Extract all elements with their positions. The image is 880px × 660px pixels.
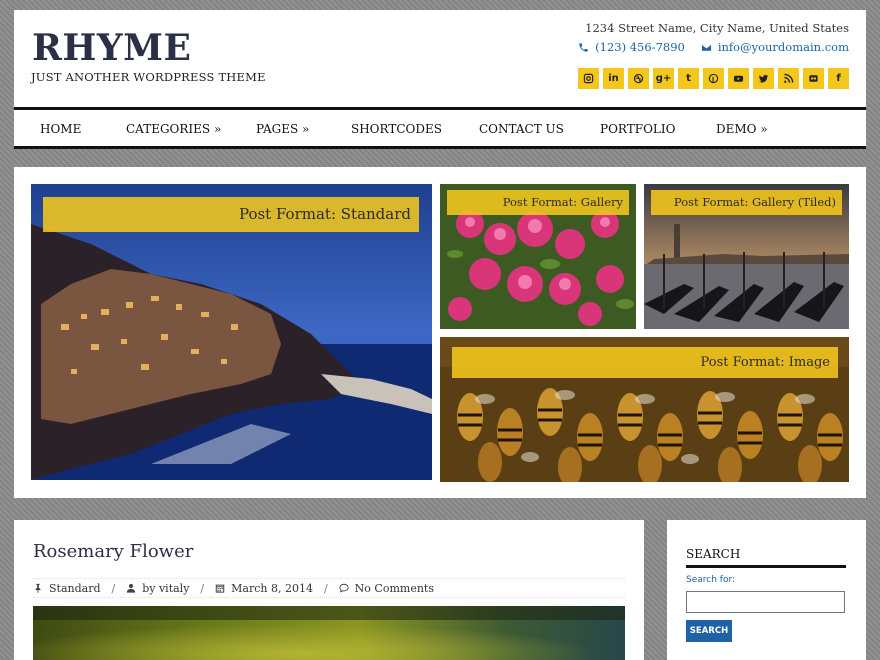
google-plus-icon[interactable]: g+ bbox=[653, 68, 674, 89]
site-logo[interactable]: RHYME bbox=[32, 28, 191, 68]
youtube-icon[interactable] bbox=[728, 68, 749, 89]
post-date-label: March 8, 2014 bbox=[231, 581, 313, 595]
meta-separator: / bbox=[200, 581, 205, 595]
calendar-icon bbox=[215, 584, 225, 593]
meta-separator: / bbox=[111, 581, 116, 595]
search-input[interactable] bbox=[686, 591, 845, 613]
instagram-icon[interactable] bbox=[578, 68, 599, 89]
nav-item-contact-us[interactable]: CONTACT US bbox=[479, 122, 564, 136]
main-navigation: HOME CATEGORIES » PAGES » SHORTCODES CON… bbox=[14, 107, 866, 149]
phone-icon bbox=[579, 42, 588, 52]
twitter-icon[interactable] bbox=[753, 68, 774, 89]
flickr-icon[interactable] bbox=[803, 68, 824, 89]
social-icons: in g+ t f bbox=[578, 68, 849, 89]
post-comments-label: No Comments bbox=[354, 581, 434, 595]
nav-item-categories[interactable]: CATEGORIES » bbox=[126, 122, 221, 136]
post-meta: Standard / by vitaly / March 8, 2014 / N… bbox=[33, 578, 625, 598]
tumblr-icon[interactable]: t bbox=[678, 68, 699, 89]
comment-icon bbox=[339, 583, 349, 593]
featured-tile-standard[interactable]: Post Format: Standard bbox=[31, 184, 432, 480]
phone-number: (123) 456-7890 bbox=[595, 40, 685, 54]
contact-email[interactable]: info@yourdomain.com bbox=[701, 40, 849, 54]
contact-info: (123) 456-7890 info@yourdomain.com bbox=[578, 40, 849, 54]
sidebar-search-widget: SEARCH Search for: SEARCH bbox=[667, 520, 866, 660]
nav-item-portfolio[interactable]: PORTFOLIO bbox=[600, 122, 675, 136]
widget-title-divider bbox=[686, 565, 846, 568]
nav-item-shortcodes[interactable]: SHORTCODES bbox=[351, 122, 442, 136]
post-format-label: Standard bbox=[49, 581, 101, 595]
contact-address: 1234 Street Name, City Name, United Stat… bbox=[585, 21, 849, 35]
search-widget-title: SEARCH bbox=[686, 547, 741, 561]
tile-caption: Post Format: Standard bbox=[43, 197, 419, 232]
user-icon bbox=[127, 583, 136, 593]
tile-caption: Post Format: Gallery (Tiled) bbox=[651, 190, 842, 215]
nav-item-pages[interactable]: PAGES » bbox=[256, 122, 309, 136]
site-header: RHYME JUST ANOTHER WORDPRESS THEME 1234 … bbox=[14, 10, 866, 107]
facebook-icon[interactable]: f bbox=[828, 68, 849, 89]
search-button[interactable]: SEARCH bbox=[686, 620, 732, 642]
post-format[interactable]: Standard bbox=[33, 582, 101, 595]
post-author[interactable]: by vitaly bbox=[126, 582, 189, 595]
rss-icon[interactable] bbox=[778, 68, 799, 89]
pinterest-icon[interactable] bbox=[703, 68, 724, 89]
post-date[interactable]: March 8, 2014 bbox=[215, 582, 313, 595]
pin-icon bbox=[35, 583, 41, 593]
email-address: info@yourdomain.com bbox=[717, 40, 849, 54]
contact-phone[interactable]: (123) 456-7890 bbox=[578, 40, 685, 54]
nav-item-home[interactable]: HOME bbox=[40, 122, 81, 136]
post-author-label: by vitaly bbox=[142, 581, 190, 595]
rosemary-image bbox=[33, 606, 625, 660]
post-featured-image[interactable] bbox=[33, 606, 625, 660]
linkedin-icon[interactable]: in bbox=[603, 68, 624, 89]
post-card: Rosemary Flower Standard / by vitaly / M… bbox=[14, 520, 644, 660]
nav-item-demo[interactable]: DEMO » bbox=[716, 122, 768, 136]
site-tagline: JUST ANOTHER WORDPRESS THEME bbox=[31, 70, 266, 84]
post-comments[interactable]: No Comments bbox=[339, 582, 434, 595]
tile-caption: Post Format: Image bbox=[452, 347, 838, 378]
featured-tile-image[interactable]: Post Format: Image bbox=[440, 337, 849, 482]
envelope-icon bbox=[701, 43, 711, 51]
dribbble-icon[interactable] bbox=[628, 68, 649, 89]
featured-tile-gallery[interactable]: Post Format: Gallery bbox=[440, 184, 636, 329]
featured-posts: Post Format: Standard Post Format: Galle… bbox=[14, 167, 866, 498]
featured-tile-gallery-tiled[interactable]: Post Format: Gallery (Tiled) bbox=[644, 184, 849, 329]
search-label: Search for: bbox=[686, 575, 736, 585]
post-title[interactable]: Rosemary Flower bbox=[33, 541, 193, 562]
tile-caption: Post Format: Gallery bbox=[447, 190, 629, 215]
meta-separator: / bbox=[323, 581, 328, 595]
